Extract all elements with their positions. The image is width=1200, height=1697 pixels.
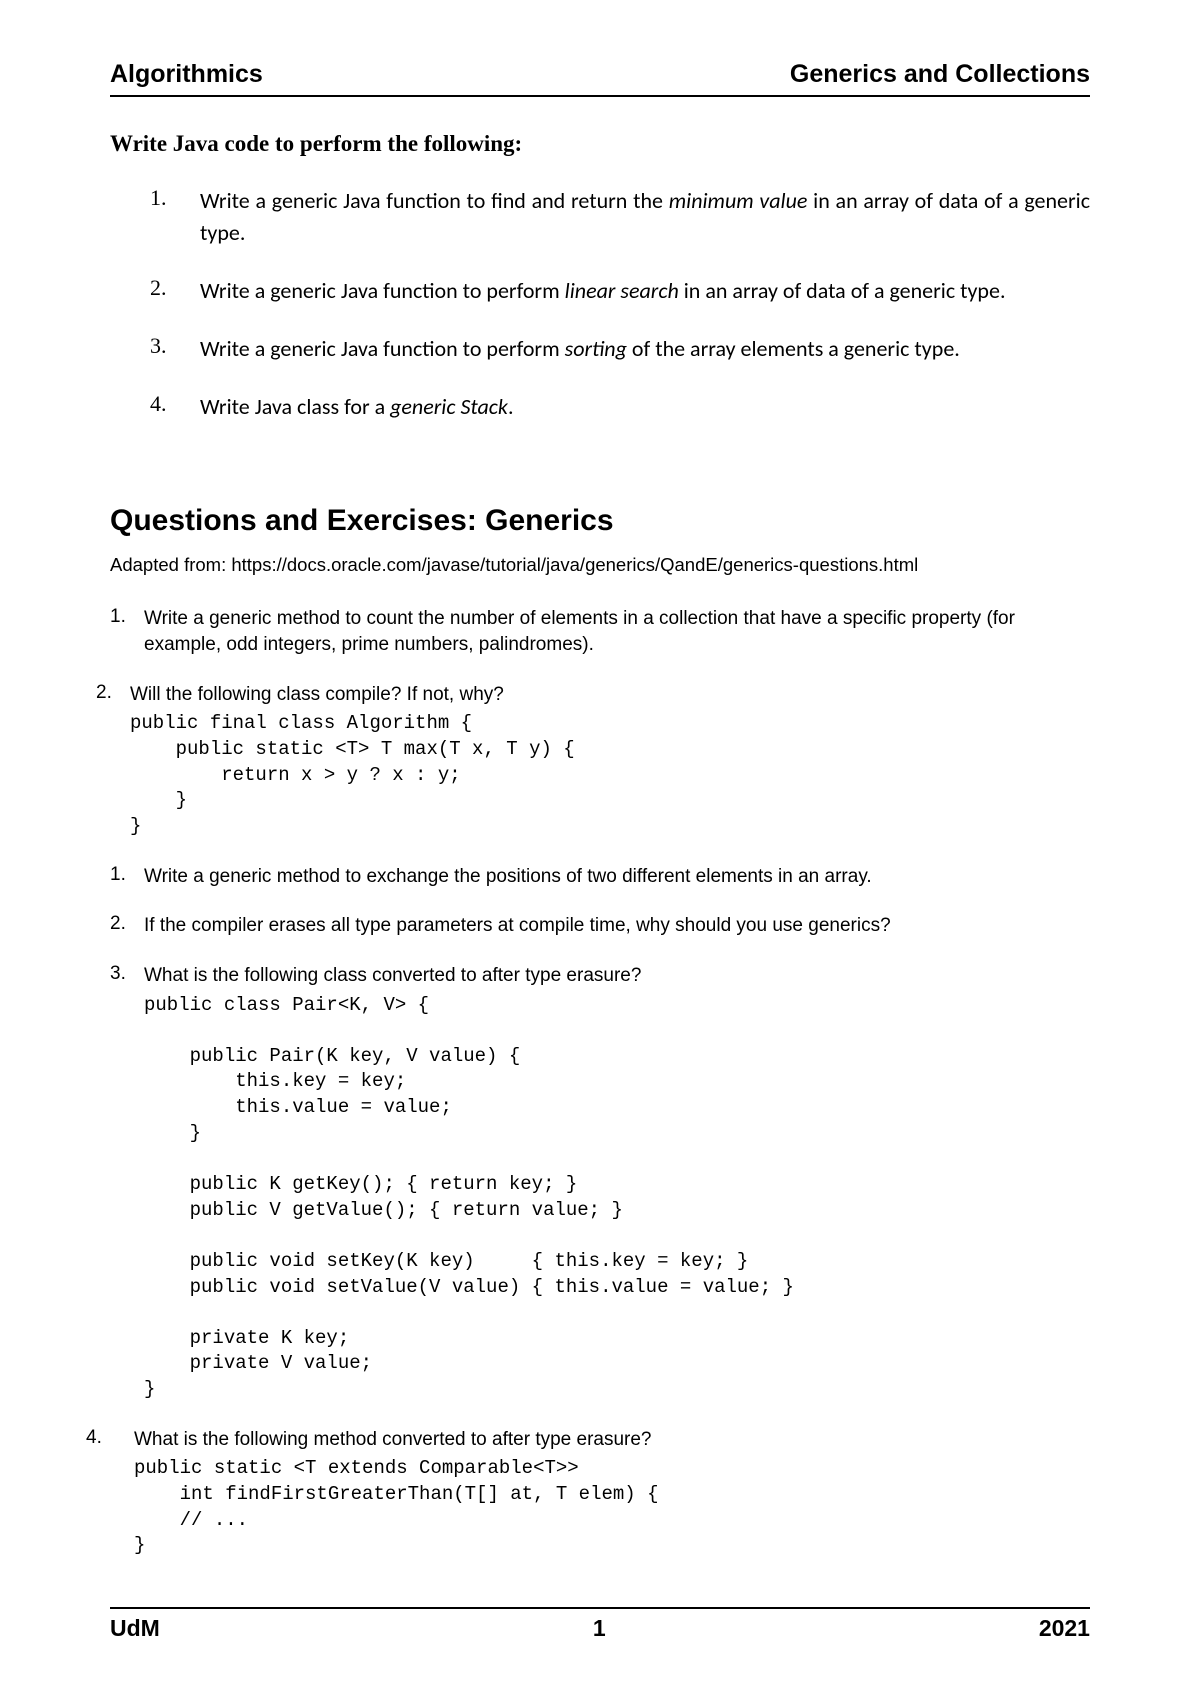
task-list: 1. Write a generic Java function to find… xyxy=(110,185,1090,422)
adapted-from: Adapted from: https://docs.oracle.com/ja… xyxy=(110,554,1090,576)
question-text: What is the following method converted t… xyxy=(134,1427,1090,1453)
task-text: Write a generic Java function to perform… xyxy=(200,275,1006,307)
task-number: 3. xyxy=(150,333,200,359)
task-item: 4. Write Java class for a generic Stack. xyxy=(150,391,1090,423)
footer-left: UdM xyxy=(110,1615,160,1642)
question-list: 1. Write a generic method to count the n… xyxy=(110,606,1090,1559)
question-text: Will the following class compile? If not… xyxy=(130,682,1090,708)
question-item: 2. If the compiler erases all type param… xyxy=(110,913,1090,939)
task-text: Write Java class for a generic Stack. xyxy=(200,391,514,423)
task-item: 2. Write a generic Java function to perf… xyxy=(150,275,1090,307)
question-item: 1. Write a generic method to exchange th… xyxy=(110,864,1090,890)
question-item: 4. What is the following method converte… xyxy=(86,1427,1090,1453)
code-block: public final class Algorithm { public st… xyxy=(130,711,1090,839)
header-right: Generics and Collections xyxy=(790,60,1090,89)
question-text: Write a generic method to exchange the p… xyxy=(144,864,1090,890)
footer-right: 2021 xyxy=(1039,1615,1090,1642)
document-page: Algorithmics Generics and Collections Wr… xyxy=(0,0,1200,1697)
code-block: public class Pair<K, V> { public Pair(K … xyxy=(144,993,1090,1403)
question-item: 2. Will the following class compile? If … xyxy=(96,682,1090,708)
task-item: 1. Write a generic Java function to find… xyxy=(150,185,1090,249)
task-item: 3. Write a generic Java function to perf… xyxy=(150,333,1090,365)
question-number: 3. xyxy=(110,963,144,985)
question-text: If the compiler erases all type paramete… xyxy=(144,913,1090,939)
question-number: 1. xyxy=(110,864,144,886)
task-number: 4. xyxy=(150,391,200,417)
section-title: Questions and Exercises: Generics xyxy=(110,504,1090,538)
question-number: 1. xyxy=(110,606,144,628)
question-text: Write a generic method to count the numb… xyxy=(144,606,1090,657)
page-footer: UdM 1 2021 xyxy=(110,1607,1090,1642)
task-number: 1. xyxy=(150,185,200,211)
question-text: What is the following class converted to… xyxy=(144,963,1090,989)
header-left: Algorithmics xyxy=(110,60,263,89)
question-number: 4. xyxy=(86,1427,134,1449)
task-number: 2. xyxy=(150,275,200,301)
page-header: Algorithmics Generics and Collections xyxy=(110,60,1090,97)
question-number: 2. xyxy=(110,913,144,935)
code-block: public static <T extends Comparable<T>> … xyxy=(134,1456,1090,1559)
footer-page-number: 1 xyxy=(593,1615,606,1642)
question-number: 2. xyxy=(96,682,130,704)
intro-heading: Write Java code to perform the following… xyxy=(110,131,1090,157)
task-text: Write a generic Java function to find an… xyxy=(200,185,1090,249)
task-text: Write a generic Java function to perform… xyxy=(200,333,960,365)
question-item: 1. Write a generic method to count the n… xyxy=(110,606,1090,657)
question-item: 3. What is the following class converted… xyxy=(110,963,1090,989)
